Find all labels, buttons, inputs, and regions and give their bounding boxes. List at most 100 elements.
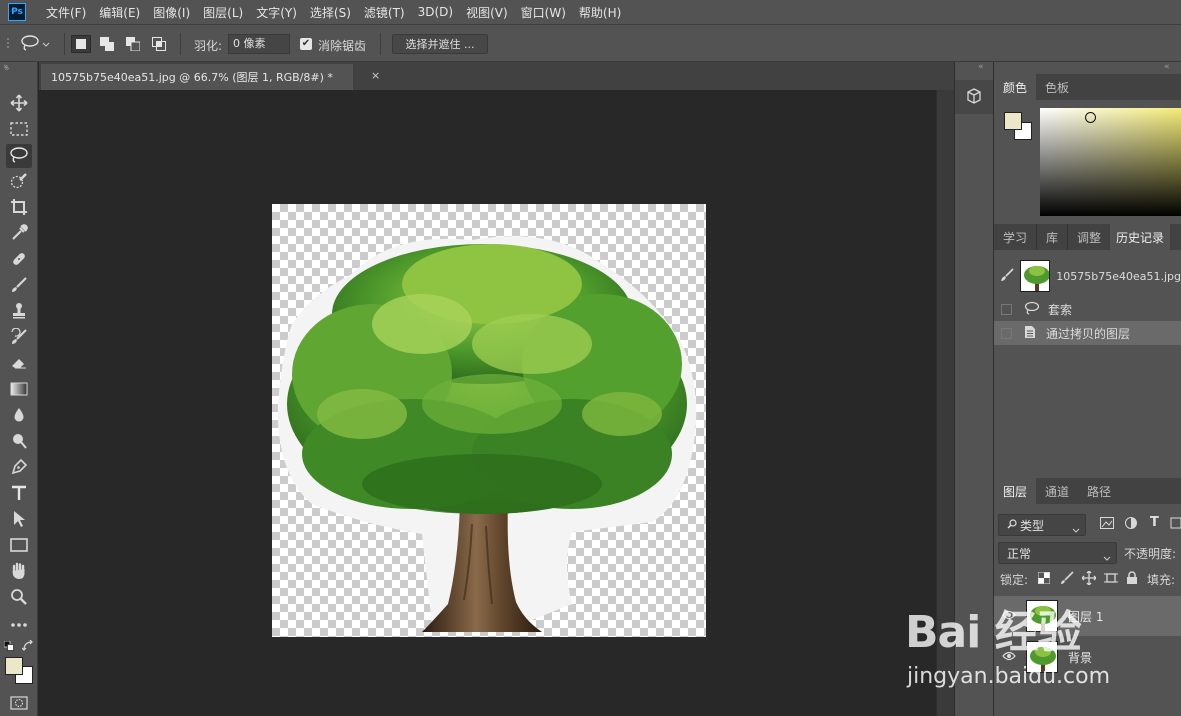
blur-tool[interactable] [6, 404, 32, 428]
menu-help[interactable]: 帮助(H) [579, 4, 621, 21]
filter-adjustment-icon[interactable] [1125, 517, 1137, 532]
menu-filter[interactable]: 滤镜(T) [364, 4, 405, 21]
menu-type[interactable]: 文字(Y) [256, 4, 297, 21]
layer-row[interactable]: 图层 1 [994, 596, 1181, 636]
foreground-color-swatch[interactable] [1004, 112, 1022, 130]
eraser-tool[interactable] [6, 352, 32, 376]
filter-shape-icon[interactable] [1170, 517, 1181, 532]
filter-pixel-icon[interactable] [1100, 517, 1114, 532]
lasso-icon [20, 34, 40, 55]
edit-toolbar-button[interactable] [6, 612, 32, 636]
lock-position-icon[interactable] [1081, 570, 1097, 588]
eyedropper-tool[interactable] [6, 222, 32, 246]
menu-select[interactable]: 选择(S) [310, 4, 351, 21]
menu-window[interactable]: 窗口(W) [521, 4, 566, 21]
layer-filter-dropdown[interactable]: 类型 [998, 514, 1086, 536]
collapse-arrows-icon[interactable]: « [1164, 62, 1170, 72]
tool-preset-picker[interactable] [20, 34, 56, 54]
tree-thumbnail-icon [1021, 261, 1050, 291]
filter-type-icon[interactable]: T [1150, 515, 1159, 530]
lasso-icon [1024, 301, 1040, 318]
color-picker-cursor[interactable] [1085, 112, 1096, 123]
visibility-eye-icon[interactable] [1002, 609, 1016, 623]
lock-transparent-icon[interactable] [1038, 572, 1050, 587]
tab-layers[interactable]: 图层 [994, 478, 1037, 504]
lock-image-icon[interactable] [1060, 571, 1074, 588]
snapshot-thumbnail [1020, 260, 1051, 292]
tab-learn[interactable]: 学习 [994, 224, 1036, 250]
foreground-color-swatch[interactable] [5, 657, 23, 675]
new-selection-button[interactable] [71, 35, 91, 53]
blend-mode-dropdown[interactable]: 正常 [998, 542, 1117, 564]
tab-swatches[interactable]: 色板 [1036, 74, 1078, 100]
blur-icon [10, 406, 28, 427]
3d-panel-button[interactable] [955, 80, 993, 114]
eyedropper-icon [10, 223, 28, 245]
layer-thumbnail [1026, 600, 1058, 632]
default-colors-icon[interactable] [3, 640, 14, 654]
add-selection-button[interactable] [97, 35, 117, 53]
layer-row[interactable]: 背景 [994, 637, 1181, 677]
rectangle-tool[interactable] [6, 534, 32, 558]
lock-artboard-icon[interactable] [1104, 571, 1118, 588]
rectangle-icon [10, 537, 28, 555]
healing-brush-tool[interactable] [6, 248, 32, 272]
path-select-tool[interactable] [6, 508, 32, 532]
lasso-icon [9, 146, 29, 167]
history-state-label: 套索 [1048, 302, 1073, 317]
history-brush-tool[interactable] [6, 326, 32, 350]
select-and-mask-button[interactable]: 选择并遮住 ... [392, 34, 488, 54]
tab-adjustments[interactable]: 调整 [1067, 224, 1110, 250]
zoom-icon [10, 588, 28, 609]
menu-edit[interactable]: 编辑(E) [99, 4, 140, 21]
crop-tool[interactable] [6, 196, 32, 220]
type-tool[interactable] [6, 482, 32, 506]
layer-name: 图层 1 [1068, 609, 1104, 624]
history-state[interactable]: 套索 [994, 297, 1181, 321]
color-picker-field[interactable] [1040, 108, 1181, 216]
lock-all-icon[interactable] [1126, 571, 1138, 588]
history-source-box[interactable] [1001, 327, 1012, 339]
brush-tool[interactable] [6, 274, 32, 298]
visibility-eye-icon[interactable] [1002, 650, 1016, 664]
feather-input[interactable]: 0 像素 [228, 34, 290, 54]
lock-label: 锁定: [1000, 573, 1029, 587]
gradient-tool[interactable] [6, 378, 32, 402]
subtract-selection-button[interactable] [123, 35, 143, 53]
menu-view[interactable]: 视图(V) [466, 4, 508, 21]
tab-channels[interactable]: 通道 [1036, 478, 1078, 504]
close-icon[interactable]: × [371, 69, 380, 82]
dodge-tool[interactable] [6, 430, 32, 454]
quick-mask-icon[interactable] [10, 696, 28, 713]
tab-color[interactable]: 颜色 [994, 74, 1037, 100]
tab-libraries[interactable]: 库 [1036, 224, 1067, 250]
lasso-tool[interactable] [6, 144, 32, 168]
tab-history[interactable]: 历史记录 [1110, 224, 1171, 250]
antialias-checkbox[interactable]: ✔ [300, 38, 312, 50]
document-canvas[interactable] [272, 204, 706, 637]
menu-layer[interactable]: 图层(L) [203, 4, 243, 21]
document-tab[interactable]: 10575b75e40ea51.jpg @ 66.7% (图层 1, RGB/8… [41, 64, 353, 90]
vertical-scrollbar[interactable] [936, 90, 954, 716]
swap-colors-icon[interactable] [21, 639, 34, 655]
history-brush-source-icon[interactable] [1000, 267, 1014, 285]
intersect-selection-button[interactable] [149, 35, 169, 53]
history-snapshot[interactable]: 10575b75e40ea51.jpg [994, 256, 1181, 296]
menu-3d[interactable]: 3D(D) [418, 5, 453, 19]
pen-tool[interactable] [6, 456, 32, 480]
history-state[interactable]: 通过拷贝的图层 [994, 321, 1181, 345]
move-tool[interactable] [6, 92, 32, 116]
tab-paths[interactable]: 路径 [1078, 478, 1120, 504]
hand-tool[interactable] [6, 560, 32, 584]
quick-select-tool[interactable] [6, 170, 32, 194]
history-source-box[interactable] [1001, 303, 1012, 315]
collapse-arrows-icon[interactable]: » [3, 62, 9, 72]
layer-name: 背景 [1068, 650, 1093, 665]
tree-thumbnail-icon [1027, 642, 1057, 672]
collapse-arrows-icon[interactable]: « [978, 62, 984, 72]
clone-stamp-tool[interactable] [6, 300, 32, 324]
marquee-tool[interactable] [6, 118, 32, 142]
menu-image[interactable]: 图像(I) [153, 4, 190, 21]
menu-file[interactable]: 文件(F) [46, 4, 86, 21]
zoom-tool[interactable] [6, 586, 32, 610]
